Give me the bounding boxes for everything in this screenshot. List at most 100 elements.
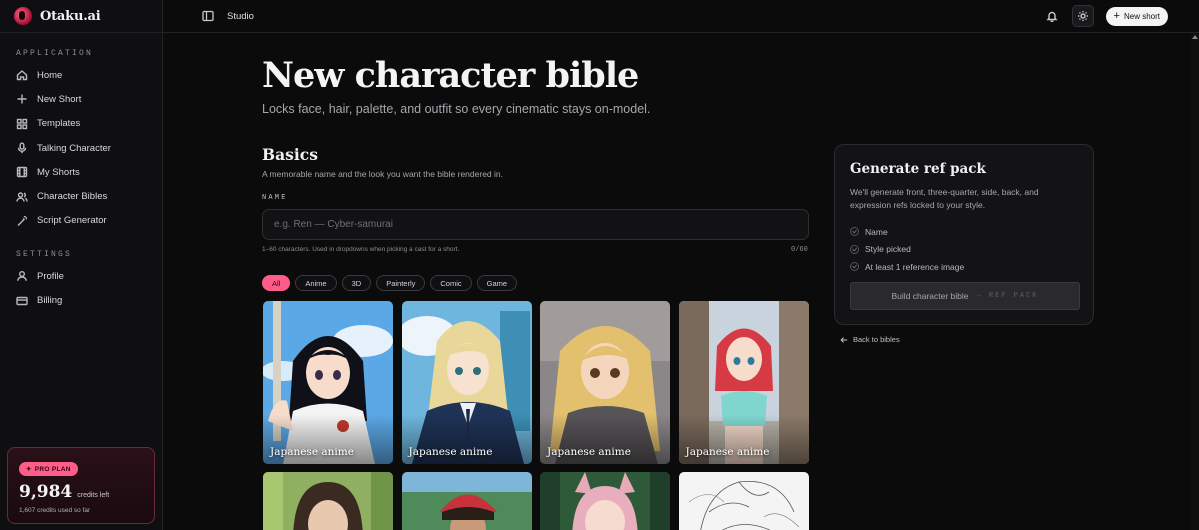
sidebar-item-billing[interactable]: Billing	[0, 288, 162, 312]
back-link-label: Back to bibles	[853, 335, 900, 344]
bell-icon	[1045, 11, 1058, 22]
topbar: Studio + New short	[163, 0, 1199, 33]
requirements-checklist: Name Style picked At least 1 reference i…	[850, 223, 1078, 276]
theme-toggle-button[interactable]	[1071, 5, 1094, 27]
page-subtitle: Locks face, hair, palette, and outfit so…	[262, 102, 651, 116]
check-circle-icon	[850, 244, 859, 254]
style-card[interactable]: Japanese anime	[678, 301, 809, 464]
rocket-icon: ✦	[26, 466, 32, 473]
top-actions: + New short	[1041, 5, 1168, 27]
film-icon	[16, 167, 28, 178]
sidebar-item-label: Templates	[37, 118, 81, 130]
scroll-up-arrow-icon[interactable]	[1192, 35, 1198, 39]
check-circle-icon	[850, 262, 859, 272]
style-preview-image	[540, 472, 670, 530]
plan-card[interactable]: ✦ PRO PLAN 9,984 credits left 1,607 cred…	[7, 447, 155, 524]
filter-chip-game[interactable]: Game	[476, 275, 518, 291]
filter-chip-comic[interactable]: Comic	[430, 275, 472, 291]
ref-pack-panel: Generate ref pack We'll generate front, …	[834, 144, 1094, 325]
notifications-button[interactable]	[1041, 5, 1063, 27]
filter-chip-painterly[interactable]: Painterly	[376, 275, 426, 291]
style-card-caption: Japanese anime	[547, 446, 631, 458]
style-card[interactable]	[263, 472, 393, 530]
sidebar-item-my-shorts[interactable]: My Shorts	[0, 160, 162, 184]
check-circle-icon	[850, 227, 859, 237]
home-icon	[16, 70, 28, 81]
card-icon	[16, 296, 28, 305]
basics-title: Basics	[262, 145, 318, 164]
name-help-text: 1–60 characters. Used in dropdowns when …	[262, 246, 460, 253]
style-card-caption: Japanese anime	[408, 446, 493, 458]
mic-icon	[17, 142, 27, 154]
style-card[interactable]	[540, 472, 670, 530]
build-button-suffix: → REF PACK	[976, 292, 1039, 300]
build-character-bible-button[interactable]: Build character bible → REF PACK	[850, 282, 1080, 310]
style-card[interactable]: Japanese anime	[401, 301, 532, 464]
style-filter-chips: All Anime 3D Painterly Comic Game	[262, 275, 518, 291]
sidebar-item-label: My Shorts	[37, 166, 80, 178]
checklist-item: At least 1 reference image	[850, 258, 1078, 276]
filter-chip-anime[interactable]: Anime	[295, 275, 337, 291]
filter-chip-3d[interactable]: 3D	[341, 275, 372, 291]
style-grid: Japanese anime Japanese anime Japanese a…	[263, 301, 809, 530]
checklist-item: Style picked	[850, 241, 1078, 259]
sidebar-item-label: Character Bibles	[37, 191, 108, 203]
settings-nav: Profile Billing	[0, 264, 162, 313]
ref-pack-description: We'll generate front, three-quarter, sid…	[850, 187, 1039, 210]
new-short-label: New short	[1123, 11, 1160, 21]
app-root: Otaku.ai APPLICATION Home New Short Temp…	[0, 0, 1199, 530]
plus-icon	[17, 94, 27, 104]
sun-icon	[1077, 11, 1088, 21]
main-content: New character bible Locks face, hair, pa…	[163, 33, 1191, 530]
brand-name: Otaku.ai	[40, 8, 101, 24]
grid-icon	[16, 118, 28, 129]
name-char-count: 0/60	[791, 246, 808, 254]
name-label: NAME	[262, 194, 288, 202]
page-scrollbar[interactable]	[1191, 33, 1199, 530]
sidebar-item-script-generator[interactable]: Script Generator	[0, 209, 162, 233]
style-card-caption: Japanese anime	[270, 446, 354, 458]
style-preview-image	[401, 472, 532, 530]
wand-icon	[17, 215, 27, 226]
sidebar-item-character-bibles[interactable]: Character Bibles	[0, 184, 162, 208]
sidebar-item-label: Billing	[37, 295, 63, 307]
basics-subtitle: A memorable name and the look you want t…	[262, 169, 503, 179]
users-icon	[16, 191, 28, 202]
checklist-item-label: Name	[865, 226, 888, 237]
style-card[interactable]: Japanese anime	[540, 301, 670, 464]
plus-icon: +	[1113, 9, 1120, 22]
style-preview-image	[263, 472, 393, 530]
back-to-bibles-link[interactable]: Back to bibles	[840, 335, 900, 344]
checklist-item-label: At least 1 reference image	[865, 261, 965, 272]
style-card-caption: Japanese anime	[685, 446, 770, 458]
style-card[interactable]: Japanese anime	[263, 301, 393, 464]
sidebar-item-templates[interactable]: Templates	[0, 112, 162, 136]
application-nav: Home New Short Templates Talking Charact…	[0, 63, 162, 233]
sidebar-item-label: New Short	[37, 93, 82, 105]
page-title: New character bible	[262, 55, 639, 96]
brand[interactable]: Otaku.ai	[0, 0, 162, 33]
credits-count: 9,984	[19, 482, 73, 502]
sidebar-item-label: Home	[37, 69, 63, 81]
sidebar-item-home[interactable]: Home	[0, 63, 162, 87]
filter-chip-all[interactable]: All	[262, 275, 291, 291]
section-label-application: APPLICATION	[16, 49, 94, 58]
sidebar-toggle-icon[interactable]	[202, 10, 214, 22]
style-card[interactable]	[678, 472, 809, 530]
style-card[interactable]	[401, 472, 532, 530]
style-preview-image	[678, 472, 809, 530]
sidebar-item-profile[interactable]: Profile	[0, 264, 162, 288]
breadcrumb: Studio	[227, 10, 254, 22]
sidebar-item-new-short[interactable]: New Short	[0, 87, 162, 111]
logo-icon	[14, 7, 32, 25]
section-label-settings: SETTINGS	[16, 250, 73, 260]
checklist-item-label: Style picked	[865, 244, 911, 255]
arrow-left-icon	[840, 336, 848, 343]
sidebar-item-talking-character[interactable]: Talking Character	[0, 136, 162, 160]
sidebar-item-label: Profile	[37, 270, 64, 282]
name-input[interactable]	[262, 209, 809, 240]
ref-pack-title: Generate ref pack	[850, 161, 986, 177]
user-icon	[17, 271, 27, 282]
new-short-button[interactable]: + New short	[1105, 6, 1168, 26]
credits-label: credits left	[77, 492, 110, 499]
